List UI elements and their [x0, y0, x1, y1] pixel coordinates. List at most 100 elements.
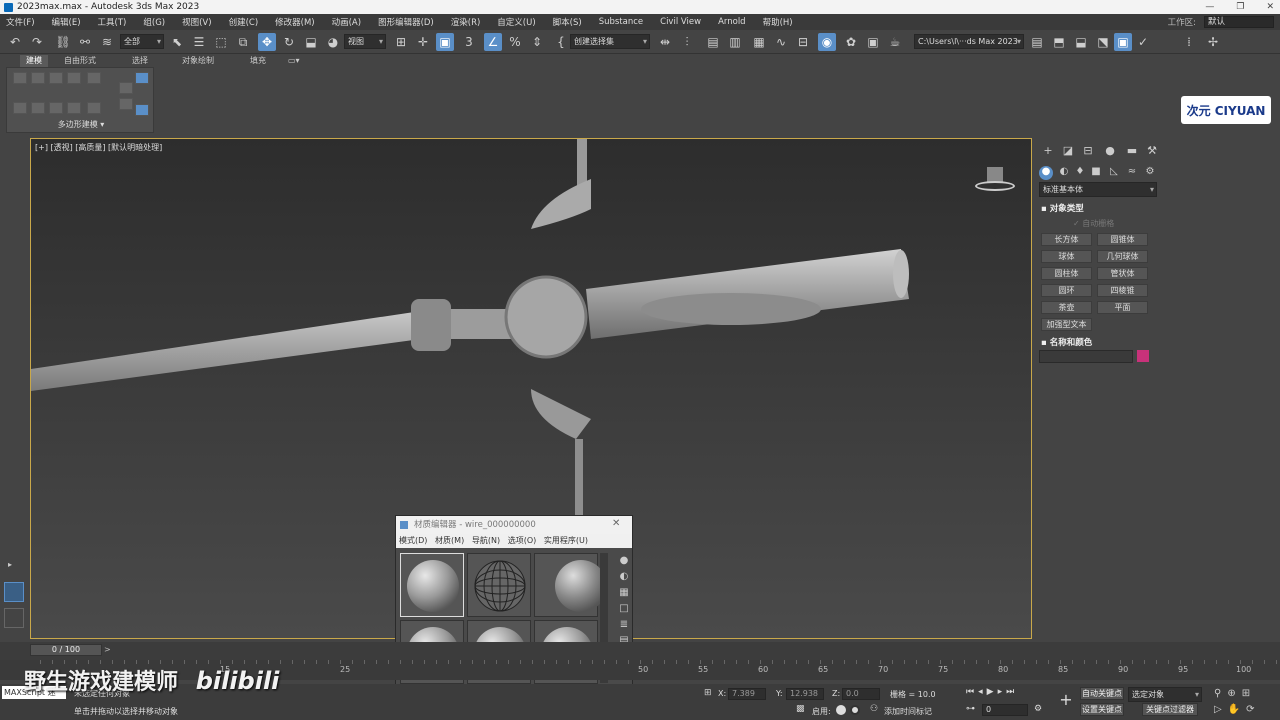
- z-coordinate-field[interactable]: 0.0: [842, 688, 880, 700]
- material-slot[interactable]: [467, 553, 531, 617]
- project-folder-icon[interactable]: ▤: [1028, 33, 1046, 51]
- menu-customize[interactable]: 自定义(U): [497, 16, 535, 28]
- key-set-dropdown[interactable]: 选定对象: [1128, 687, 1202, 702]
- torus-button[interactable]: 圆环: [1041, 284, 1092, 297]
- quad-layout-icon[interactable]: [4, 608, 24, 628]
- y-coordinate-field[interactable]: 12.938: [786, 688, 824, 700]
- sample-type-icon[interactable]: ●: [618, 553, 630, 569]
- redo-icon[interactable]: ↷: [28, 33, 46, 51]
- menu-rendering[interactable]: 渲染(R): [451, 16, 481, 28]
- snap-plus-icon[interactable]: ✢: [1204, 33, 1222, 51]
- rect-selection-icon[interactable]: ⬚: [212, 33, 230, 51]
- menu-modifiers[interactable]: 修改器(M): [275, 16, 314, 28]
- select-scale-icon[interactable]: ⬓: [302, 33, 320, 51]
- ribbon-tool-icon[interactable]: [49, 72, 63, 84]
- spinner-snap-icon[interactable]: ⇕: [528, 33, 546, 51]
- workspace-dropdown[interactable]: 默认: [1204, 16, 1274, 28]
- unlink-icon[interactable]: ⚯: [76, 33, 94, 51]
- tab-populate[interactable]: 填充: [250, 55, 266, 67]
- check-circle-icon[interactable]: ✓: [1134, 33, 1152, 51]
- expand-arrow-icon[interactable]: ▸: [8, 560, 12, 569]
- sphere-button[interactable]: 球体: [1041, 250, 1092, 263]
- ribbon-active-tool-icon[interactable]: [135, 104, 149, 116]
- x-coordinate-field[interactable]: 7.389: [728, 688, 766, 700]
- menu-help[interactable]: 帮助(H): [763, 16, 793, 28]
- viewcube[interactable]: [973, 167, 1017, 197]
- systems-icon[interactable]: ⚙: [1143, 166, 1157, 180]
- go-to-start-icon[interactable]: ⏮: [966, 687, 978, 697]
- menu-scripting[interactable]: 脚本(S): [553, 16, 582, 28]
- select-rotate-icon[interactable]: ↻: [280, 33, 298, 51]
- shapes-icon[interactable]: ◐: [1057, 166, 1071, 180]
- project-path-dropdown[interactable]: C:\Users\l\···ds Max 2023: [914, 34, 1024, 49]
- keyboard-shortcut-override-icon[interactable]: ▣: [436, 33, 454, 51]
- selection-filter-dropdown[interactable]: 全部: [120, 34, 164, 49]
- collapse-icon[interactable]: ▪: [1041, 338, 1050, 348]
- ribbon-tool-icon[interactable]: [13, 102, 27, 114]
- menu-civil-view[interactable]: Civil View: [660, 17, 701, 27]
- tab-freeform[interactable]: 自由形式: [64, 55, 96, 67]
- pivot-center-icon[interactable]: ⊞: [392, 33, 410, 51]
- auto-key-button[interactable]: 自动关键点: [1080, 687, 1124, 700]
- cone-button[interactable]: 圆锥体: [1097, 233, 1148, 246]
- menu-group[interactable]: 组(G): [143, 16, 165, 28]
- close-icon[interactable]: ✕: [612, 518, 620, 529]
- menu-options[interactable]: 选项(O): [508, 536, 537, 545]
- go-to-end-icon[interactable]: ⏭: [1006, 687, 1018, 697]
- tab-selection[interactable]: 选择: [132, 55, 148, 67]
- drag-handle-icon[interactable]: ⁞: [1180, 33, 1198, 51]
- current-frame-field[interactable]: 0: [982, 704, 1028, 716]
- curve-editor-icon[interactable]: ∿: [772, 33, 790, 51]
- lights-icon[interactable]: ♦: [1073, 166, 1087, 180]
- align-icon[interactable]: ⫶: [678, 33, 696, 51]
- ribbon-tool-icon[interactable]: [119, 82, 133, 94]
- object-color-swatch[interactable]: [1137, 350, 1149, 362]
- select-by-name-icon[interactable]: ☰: [190, 33, 208, 51]
- auto-grid-checkbox[interactable]: ✓ 自动栅格: [1073, 218, 1114, 229]
- create-tab-icon[interactable]: +: [1041, 144, 1055, 158]
- motion-tab-icon[interactable]: ●: [1103, 144, 1117, 158]
- set-key-icon[interactable]: +: [1056, 690, 1076, 710]
- teapot-button[interactable]: 茶壶: [1041, 301, 1092, 314]
- select-object-icon[interactable]: ⬉: [168, 33, 186, 51]
- pan-icon[interactable]: ✋: [1228, 704, 1246, 715]
- plane-button[interactable]: 平面: [1097, 301, 1148, 314]
- render-setup-icon[interactable]: ✿: [842, 33, 860, 51]
- material-slot[interactable]: [534, 553, 607, 617]
- menu-tools[interactable]: 工具(T): [98, 16, 127, 28]
- menu-views[interactable]: 视图(V): [182, 16, 211, 28]
- edit-named-selection-icon[interactable]: {: [552, 33, 570, 51]
- project-icon[interactable]: ⬓: [1072, 33, 1090, 51]
- menu-utilities[interactable]: 实用程序(U): [544, 536, 588, 545]
- ribbon-tool-icon[interactable]: [87, 72, 101, 84]
- menu-edit[interactable]: 编辑(E): [52, 16, 81, 28]
- hierarchy-tab-icon[interactable]: ⊟: [1081, 144, 1095, 158]
- single-layout-icon[interactable]: [4, 582, 24, 602]
- mirror-icon[interactable]: ⇹: [656, 33, 674, 51]
- time-configuration-icon[interactable]: ⚙: [1034, 704, 1042, 714]
- toggle-scene-explorer-icon[interactable]: ▤: [704, 33, 722, 51]
- collapse-icon[interactable]: ▪: [1041, 204, 1050, 214]
- schematic-view-icon[interactable]: ⊟: [794, 33, 812, 51]
- angle-snap-icon[interactable]: ∠: [484, 33, 502, 51]
- menu-navigation[interactable]: 导航(N): [472, 536, 500, 545]
- snaps-toggle-icon[interactable]: 3: [460, 33, 478, 51]
- polygon-modeling-label[interactable]: 多边形建模 ▾: [7, 119, 155, 130]
- tab-modeling[interactable]: 建模: [20, 55, 48, 67]
- backlight-icon[interactable]: ◐: [618, 569, 630, 585]
- zoom-extents-icon[interactable]: ⊞: [1242, 688, 1256, 699]
- ribbon-tool-icon[interactable]: [67, 102, 81, 114]
- minimize-button[interactable]: —: [1205, 2, 1214, 12]
- select-move-icon[interactable]: ✥: [258, 33, 276, 51]
- menu-animation[interactable]: 动画(A): [332, 16, 361, 28]
- object-name-field[interactable]: [1039, 350, 1133, 363]
- percent-snap-icon[interactable]: %: [506, 33, 524, 51]
- select-place-icon[interactable]: ◕: [324, 33, 342, 51]
- ribbon-tool-icon[interactable]: [49, 102, 63, 114]
- video-color-check-icon[interactable]: ≣: [618, 617, 630, 633]
- undo-icon[interactable]: ↶: [6, 33, 24, 51]
- ribbon-tool-icon[interactable]: [13, 72, 27, 84]
- menu-create[interactable]: 创建(C): [229, 16, 259, 28]
- ribbon-tool-icon[interactable]: [31, 102, 45, 114]
- adaptive-degradation-icon[interactable]: [836, 705, 846, 715]
